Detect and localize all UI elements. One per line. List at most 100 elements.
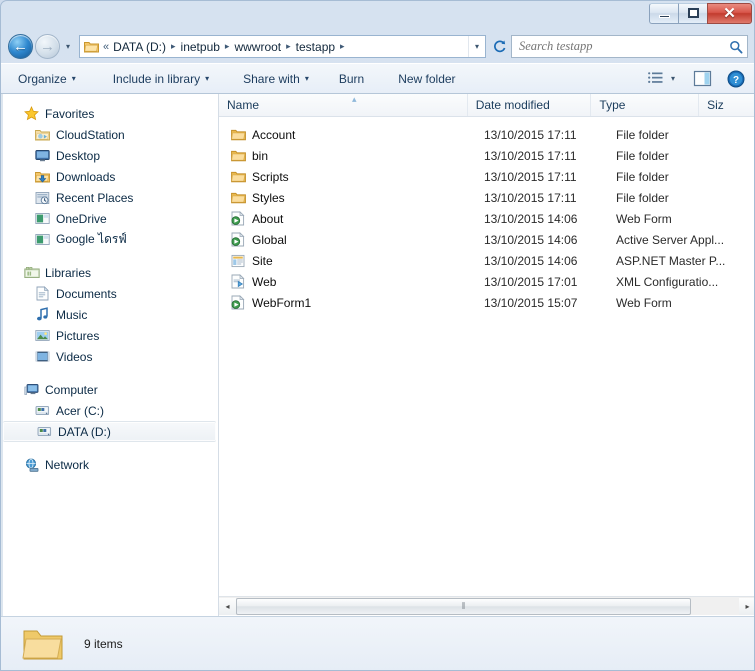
refresh-icon <box>493 40 505 53</box>
view-list-icon <box>648 72 663 83</box>
preview-pane-button[interactable] <box>682 67 716 91</box>
table-row[interactable]: About 13/10/2015 14:06 Web Form <box>219 208 754 229</box>
column-header-name[interactable]: Name <box>219 94 468 116</box>
chevron-right-icon[interactable]: ▸ <box>169 41 178 52</box>
sidebar-item-google-drive[interactable]: Google ไดรฟ์ <box>1 229 218 250</box>
table-row[interactable]: bin 13/10/2015 17:11 File folder <box>219 145 754 166</box>
help-button[interactable]: ? <box>716 67 749 91</box>
file-name-cell: Web <box>219 274 483 290</box>
maximize-button[interactable] <box>678 2 707 24</box>
file-name: Styles <box>252 190 285 205</box>
scroll-left-button[interactable]: ◂ <box>219 597 236 615</box>
back-button[interactable]: ← <box>8 34 33 59</box>
column-header-size[interactable]: Siz <box>699 94 754 116</box>
sidebar-item-computer[interactable]: Computer <box>1 379 218 400</box>
chevron-right-icon[interactable]: ▸ <box>284 41 293 52</box>
chevron-right-icon[interactable]: ▸ <box>223 41 232 52</box>
horizontal-scrollbar[interactable]: ◂ ⦀ ▸ <box>219 596 754 615</box>
search-box[interactable] <box>511 35 748 58</box>
sidebar-item-videos[interactable]: Videos <box>1 346 218 367</box>
sidebar-label: Documents <box>56 286 117 301</box>
file-name: Account <box>252 127 296 142</box>
burn-button[interactable]: Burn <box>330 67 373 91</box>
sidebar-item-documents[interactable]: Documents <box>1 283 218 304</box>
column-header-date-modified[interactable]: Date modified <box>468 94 592 116</box>
file-name: Web <box>252 274 277 289</box>
table-row[interactable]: Scripts 13/10/2015 17:11 File folder <box>219 166 754 187</box>
chevron-down-icon: ▾ <box>474 41 479 51</box>
sidebar-label: Pictures <box>56 328 100 343</box>
breadcrumb-item-testapp[interactable]: testapp <box>293 39 338 55</box>
share-with-label: Share with <box>243 71 300 86</box>
search-icon[interactable] <box>725 40 747 54</box>
breadcrumb-item-inetpub[interactable]: inetpub <box>178 39 223 55</box>
sidebar-item-cloudstation[interactable]: CloudStation <box>1 124 218 145</box>
close-icon: ✕ <box>723 4 736 22</box>
folder-icon <box>230 169 246 185</box>
sidebar-item-music[interactable]: Music <box>1 304 218 325</box>
search-input[interactable] <box>512 39 725 54</box>
column-label: Date modified <box>475 97 550 112</box>
forward-arrow-icon: → <box>40 38 55 55</box>
scroll-right-button[interactable]: ▸ <box>739 597 754 615</box>
forward-button[interactable]: → <box>35 34 60 59</box>
breadcrumb-overflow-icon[interactable]: « <box>102 41 110 53</box>
folder-icon <box>230 127 246 143</box>
table-row[interactable]: Web 13/10/2015 17:01 XML Configuratio... <box>219 271 754 292</box>
sidebar-label: Videos <box>56 349 93 364</box>
breadcrumb-bar[interactable]: « DATA (D:) ▸ inetpub ▸ wwwroot ▸ testap… <box>79 35 486 58</box>
table-row[interactable]: Site 13/10/2015 14:06 ASP.NET Master P..… <box>219 250 754 271</box>
google-drive-icon <box>34 232 51 248</box>
column-header-type[interactable]: Type <box>591 94 700 116</box>
sidebar-item-favorites[interactable]: Favorites <box>1 103 218 124</box>
close-button[interactable]: ✕ <box>707 2 752 24</box>
table-row[interactable]: Global 13/10/2015 14:06 Active Server Ap… <box>219 229 754 250</box>
sidebar-label: Recent Places <box>56 190 134 205</box>
sidebar-item-downloads[interactable]: Downloads <box>1 166 218 187</box>
nav-group-network: Network <box>1 454 218 475</box>
sidebar-item-libraries[interactable]: Libraries <box>1 262 218 283</box>
organize-button[interactable]: Organize ▾ <box>9 67 85 91</box>
breadcrumb-item-drive[interactable]: DATA (D:) <box>110 39 169 55</box>
sidebar-item-recent-places[interactable]: Recent Places <box>1 187 218 208</box>
scrollbar-thumb[interactable]: ⦀ <box>236 597 691 615</box>
file-type: File folder <box>616 169 669 184</box>
music-note-icon <box>34 307 51 323</box>
sidebar-item-onedrive[interactable]: OneDrive <box>1 208 218 229</box>
file-name: About <box>252 211 284 226</box>
scrollbar-track[interactable]: ⦀ <box>236 597 739 615</box>
aspx-web-form-icon <box>230 211 246 227</box>
chevron-right-icon[interactable]: ▸ <box>338 41 347 52</box>
include-in-library-label: Include in library <box>112 71 201 86</box>
file-name-cell: Site <box>219 253 483 269</box>
sidebar-item-acer-c[interactable]: Acer (C:) <box>1 400 218 421</box>
new-folder-button[interactable]: New folder <box>389 67 464 91</box>
change-view-button[interactable] <box>643 67 668 91</box>
grip-icon: ⦀ <box>461 600 466 611</box>
minimize-button[interactable] <box>649 2 678 24</box>
cloudstation-folder-icon <box>34 127 51 143</box>
sidebar-item-data-d[interactable]: DATA (D:) <box>3 421 216 442</box>
breadcrumb-item-wwwroot[interactable]: wwwroot <box>231 39 284 55</box>
include-in-library-button[interactable]: Include in library ▾ <box>104 67 218 91</box>
file-type: File folder <box>616 190 669 205</box>
nav-pane-accent <box>1 94 3 616</box>
sidebar-item-desktop[interactable]: Desktop <box>1 145 218 166</box>
view-dropdown-button[interactable]: ▾ <box>668 67 682 91</box>
sidebar-item-pictures[interactable]: Pictures <box>1 325 218 346</box>
recent-pages-button[interactable]: ▾ <box>60 34 76 59</box>
navigation-pane[interactable]: Favorites CloudStation Desktop Downloads… <box>1 94 219 616</box>
file-list-pane[interactable]: Name Date modified Type Siz ▴ Account 13… <box>219 94 754 616</box>
address-dropdown-button[interactable]: ▾ <box>468 36 485 57</box>
navigation-buttons: ← → ▾ <box>8 34 76 59</box>
file-type: File folder <box>616 127 669 142</box>
column-label: Name <box>227 97 260 112</box>
table-row[interactable]: WebForm1 13/10/2015 15:07 Web Form <box>219 292 754 313</box>
refresh-button[interactable] <box>488 35 510 58</box>
share-with-button[interactable]: Share with ▾ <box>234 67 318 91</box>
command-toolbar: Organize ▾ Include in library ▾ Share wi… <box>1 63 754 94</box>
sidebar-label: Downloads <box>56 169 116 184</box>
table-row[interactable]: Account 13/10/2015 17:11 File folder <box>219 124 754 145</box>
sidebar-item-network[interactable]: Network <box>1 454 218 475</box>
table-row[interactable]: Styles 13/10/2015 17:11 File folder <box>219 187 754 208</box>
